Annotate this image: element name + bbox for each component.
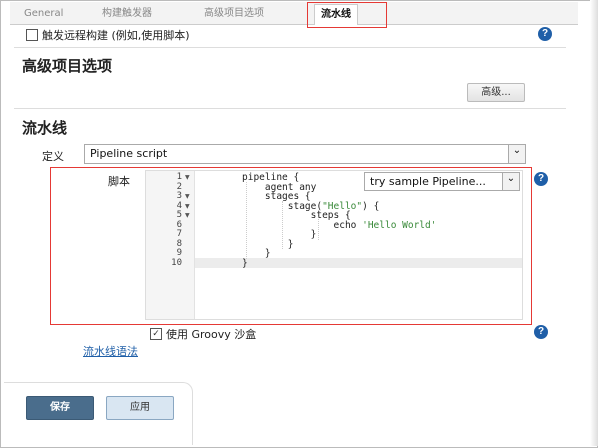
apply-button[interactable]: 应用 bbox=[106, 396, 174, 420]
fold-arrow-icon[interactable]: ▼ bbox=[185, 203, 190, 210]
fold-arrow-icon[interactable]: ▼ bbox=[185, 193, 190, 200]
scroll-edge-shadow bbox=[590, 0, 598, 446]
groovy-sandbox-label: 使用 Groovy 沙盒 bbox=[166, 328, 257, 341]
definition-value: Pipeline script bbox=[90, 147, 168, 160]
help-icon[interactable]: ? bbox=[538, 27, 552, 41]
sample-pipeline-value: try sample Pipeline... bbox=[370, 175, 486, 188]
fold-arrow-icon[interactable]: ▼ bbox=[185, 174, 190, 181]
advanced-button[interactable]: 高级... bbox=[467, 83, 525, 102]
line-number: 9 bbox=[176, 248, 182, 258]
tab-highlight-box bbox=[307, 2, 387, 28]
section-title-pipeline: 流水线 bbox=[22, 119, 68, 137]
divider bbox=[14, 47, 566, 48]
fold-arrow-icon[interactable]: ▼ bbox=[185, 212, 190, 219]
code-line: } bbox=[242, 258, 248, 269]
groovy-sandbox-checkbox[interactable]: ✓ bbox=[150, 328, 162, 340]
line-number: 10 bbox=[171, 258, 182, 268]
chevron-down-icon: ⌄ bbox=[508, 145, 525, 163]
help-icon[interactable]: ? bbox=[534, 172, 548, 186]
line-number: 7 bbox=[176, 229, 182, 239]
line-number: 5 bbox=[176, 210, 182, 220]
trigger-remote-checkbox[interactable] bbox=[26, 29, 38, 41]
tab-general[interactable]: General bbox=[24, 4, 63, 24]
save-button[interactable]: 保存 bbox=[26, 396, 94, 420]
tab-advanced-options[interactable]: 高级项目选项 bbox=[204, 4, 264, 24]
help-icon[interactable]: ? bbox=[534, 325, 548, 339]
current-line-highlight bbox=[146, 258, 522, 268]
line-number: 3 bbox=[176, 191, 182, 201]
section-title-advanced: 高级项目选项 bbox=[22, 57, 113, 75]
chevron-down-icon: ⌄ bbox=[502, 173, 519, 190]
tab-build-triggers[interactable]: 构建触发器 bbox=[102, 4, 152, 24]
script-editor[interactable]: 1 2 3 4 5 6 7 8 9 10 ▼ ▼ ▼ ▼ pipeline { … bbox=[145, 170, 523, 320]
definition-select[interactable]: Pipeline script ⌄ bbox=[84, 144, 526, 164]
script-label: 脚本 bbox=[108, 175, 130, 188]
sample-pipeline-select[interactable]: try sample Pipeline... ⌄ bbox=[364, 172, 520, 191]
trigger-remote-label: 触发远程构建 (例如,使用脚本) bbox=[42, 29, 190, 42]
config-tab-bar: General 构建触发器 高级项目选项 流水线 bbox=[10, 2, 578, 25]
pipeline-syntax-link[interactable]: 流水线语法 bbox=[83, 343, 138, 359]
line-number: 1 bbox=[176, 172, 182, 182]
definition-label: 定义 bbox=[42, 150, 64, 163]
divider bbox=[14, 108, 566, 109]
